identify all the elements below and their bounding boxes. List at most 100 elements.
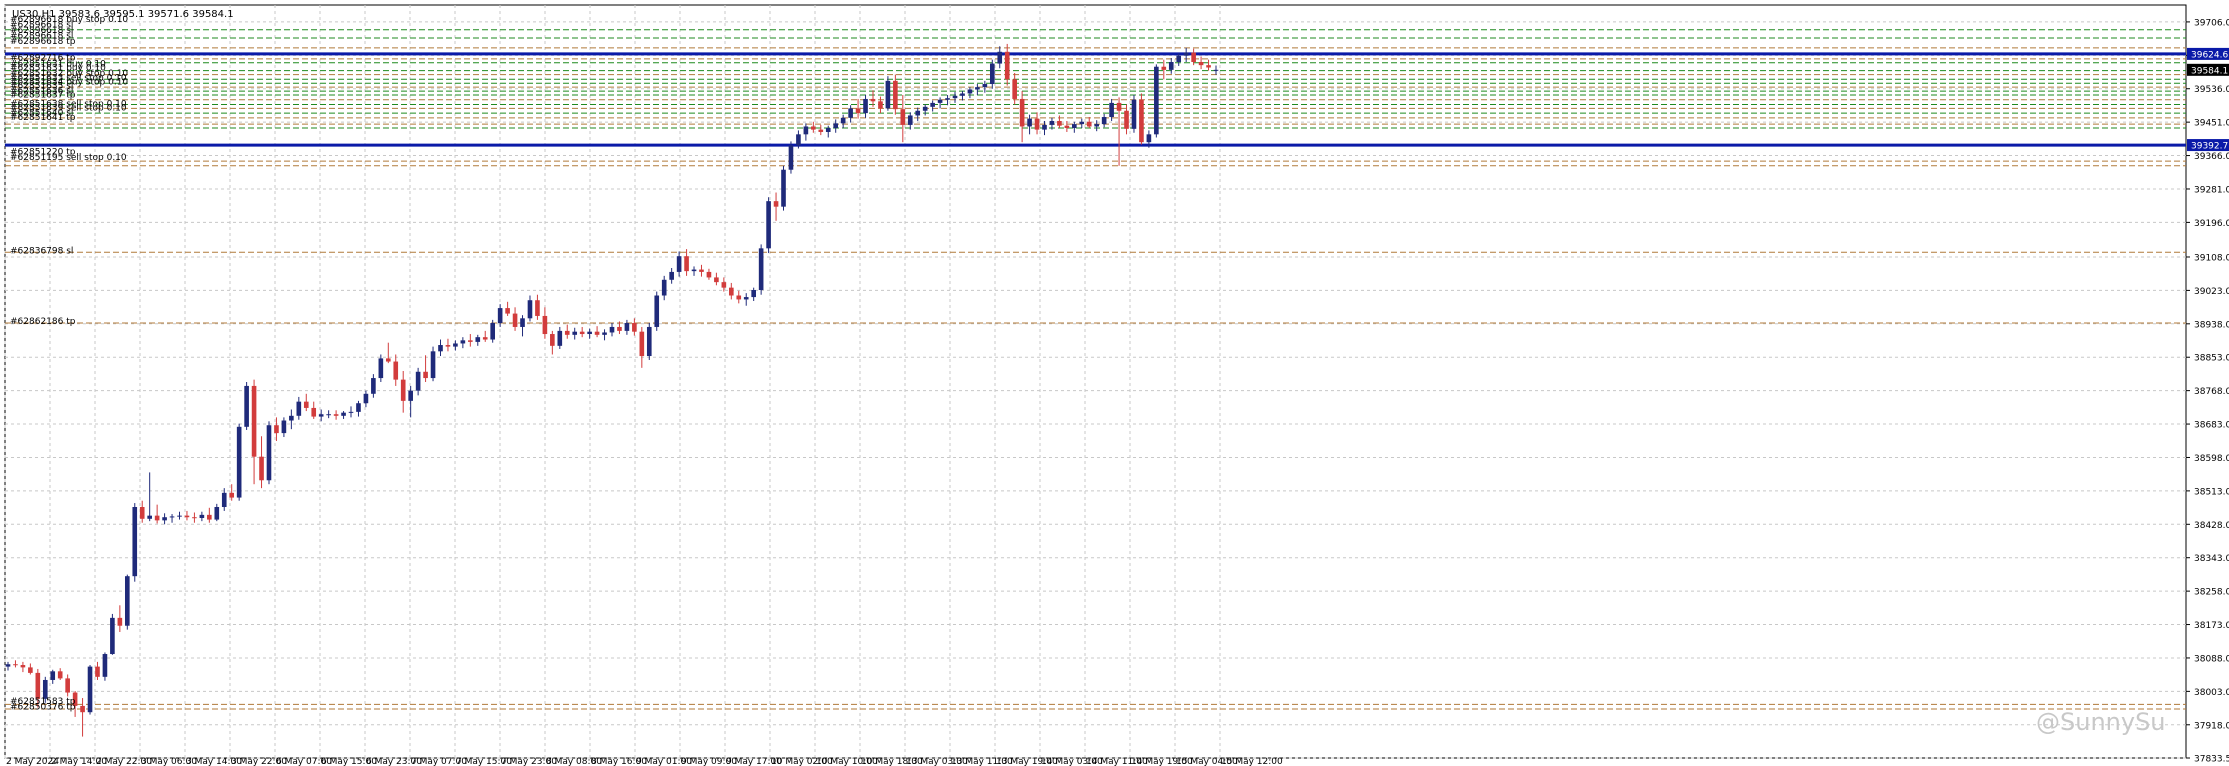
candle-body (922, 106, 928, 111)
candle-body (221, 492, 227, 507)
price-tag: 39392.7 (2187, 139, 2229, 152)
watermark: @SunnySu (2036, 708, 2166, 736)
order-label: #62851641 tp (10, 113, 76, 123)
candle[interactable] (87, 665, 93, 715)
candle-body (1176, 55, 1182, 63)
candle-body (945, 98, 950, 100)
candle-body (460, 340, 466, 344)
y-tick-label: 39706.0 (2194, 18, 2229, 28)
candle-body (5, 664, 11, 667)
candle[interactable] (378, 354, 384, 382)
candle[interactable] (236, 423, 242, 501)
candle-body (117, 617, 123, 626)
candle-body (214, 507, 220, 520)
candle-body (684, 256, 689, 272)
candle-body (535, 300, 540, 316)
candle[interactable] (124, 574, 130, 630)
y-tick-label: 38173.0 (2194, 621, 2229, 631)
candle-body (967, 89, 973, 94)
order-label: #62862186 tp (10, 317, 76, 327)
y-tick-label: 37918.0 (2194, 721, 2229, 731)
candle[interactable] (1131, 95, 1137, 133)
candle-body (1198, 62, 1204, 66)
candle-body (110, 617, 115, 655)
candle-body (773, 201, 779, 207)
candle-body (490, 323, 496, 340)
candle[interactable] (110, 613, 115, 655)
candle-body (423, 371, 428, 379)
candle[interactable] (654, 291, 660, 331)
candle-body (42, 679, 48, 699)
candle-body (848, 108, 853, 118)
candle-body (930, 102, 935, 107)
candle[interactable] (1139, 93, 1144, 145)
candle-body (326, 414, 331, 416)
x-tick-label: 15 May 12:00 (1221, 757, 1283, 766)
candle-body (699, 269, 704, 272)
candle-body (960, 93, 965, 96)
candle-body (1101, 117, 1107, 125)
candle[interactable] (885, 76, 891, 111)
candle-body (468, 340, 473, 342)
candle-body (1146, 134, 1152, 143)
chart-title: US30,H1 39583.6 39595.1 39571.6 39584.1 (12, 9, 234, 20)
candle-body (363, 393, 369, 404)
candle[interactable] (244, 381, 249, 430)
candle-body (1116, 102, 1122, 111)
candle-body (80, 705, 85, 713)
y-tick-label: 38938.0 (2194, 320, 2229, 330)
candle[interactable] (1154, 64, 1159, 138)
candle[interactable] (490, 319, 496, 343)
candle-body (184, 515, 190, 518)
price-tag: 39624.6 (2187, 47, 2229, 60)
candle-body (714, 277, 719, 283)
candle-body (303, 401, 309, 408)
candle[interactable] (788, 141, 794, 174)
candle-body (393, 361, 399, 380)
candle-body (1034, 118, 1040, 130)
candle-body (207, 514, 212, 520)
candle-body (825, 128, 831, 132)
candle-body (602, 332, 607, 335)
candle-body (706, 271, 712, 278)
candle[interactable] (758, 244, 764, 295)
candle-body (87, 666, 93, 713)
candle-body (885, 80, 891, 109)
candle-body (572, 331, 578, 335)
candle-body (281, 420, 287, 434)
candle-body (639, 331, 645, 357)
candle-body (1124, 110, 1129, 129)
y-tick-label: 39196.0 (2194, 219, 2229, 229)
price-tag-label: 39392.7 (2191, 142, 2228, 152)
candle-body (937, 99, 943, 103)
y-tick-label: 39281.0 (2194, 185, 2229, 195)
candle-body (154, 515, 160, 521)
candle-body (266, 425, 272, 481)
candle-body (1191, 52, 1196, 63)
candle[interactable] (766, 197, 771, 254)
candle-body (989, 63, 995, 85)
candle-body (550, 334, 555, 346)
candle[interactable] (132, 503, 138, 582)
candle-body (512, 313, 518, 327)
order-label: #62850376 tp (10, 703, 76, 713)
candle[interactable] (102, 652, 108, 681)
candle-body (1109, 102, 1114, 118)
candle[interactable] (266, 421, 272, 485)
candle-body (654, 295, 660, 327)
candle[interactable] (646, 323, 652, 360)
candle-body (766, 201, 771, 249)
candle-body (617, 326, 622, 331)
candle-body (728, 287, 734, 296)
candle[interactable] (430, 346, 436, 382)
order-label: #62836798 sl (10, 246, 73, 256)
y-tick-label: 38683.0 (2194, 421, 2229, 431)
candle-body (1004, 51, 1010, 80)
candle-body (646, 326, 652, 357)
price-chart[interactable]: #62896618 buy stop 0.10#62896618 sl#6289… (0, 0, 2229, 766)
candle-body (1154, 66, 1159, 135)
candle-body (13, 664, 18, 666)
candle-body (1049, 120, 1055, 125)
candle[interactable] (781, 165, 786, 211)
candle-body (1161, 66, 1167, 70)
